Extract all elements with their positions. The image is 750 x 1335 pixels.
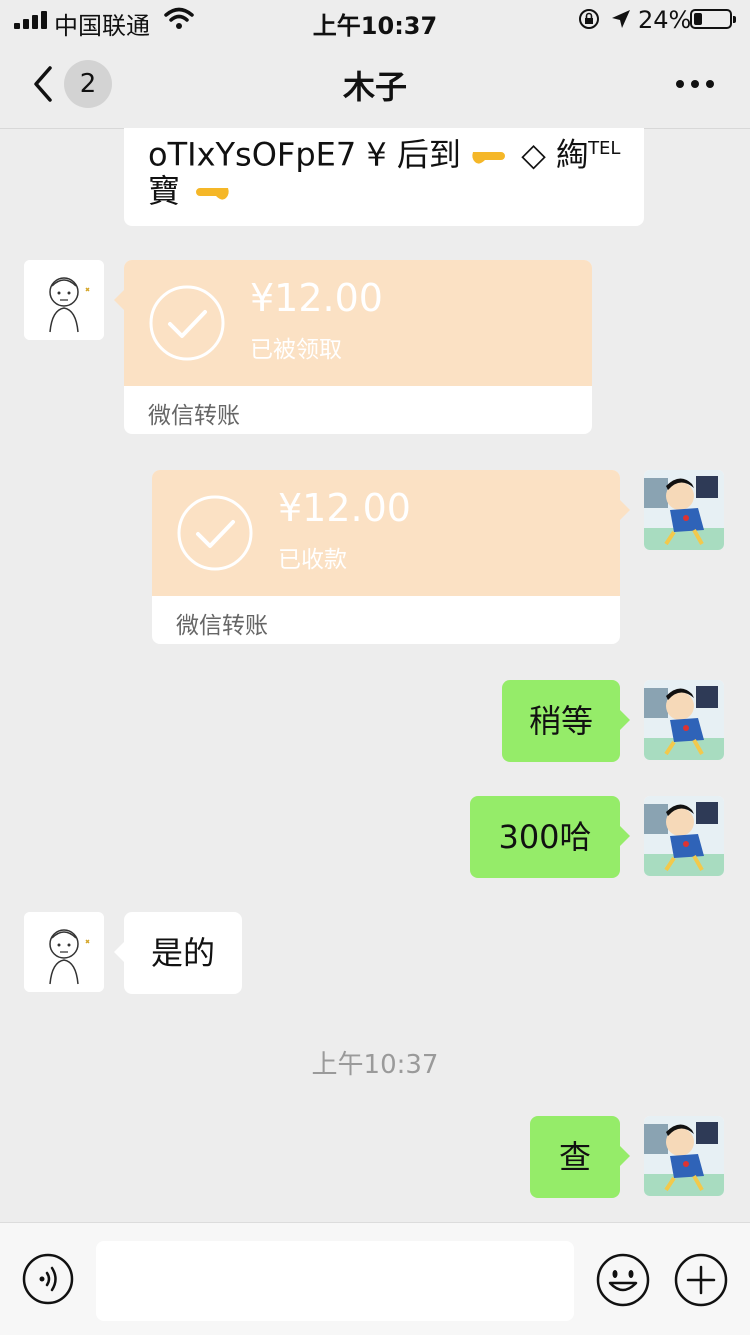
contact-avatar[interactable] bbox=[24, 912, 104, 992]
battery-fill bbox=[694, 13, 702, 25]
partial-text-tel: TEL bbox=[588, 138, 621, 159]
transfer-status: 已被领取 bbox=[250, 337, 342, 363]
chat-title: 木子 bbox=[342, 68, 407, 106]
transfer-card-received[interactable]: ¥12.00 已被领取 微信转账 bbox=[124, 260, 592, 434]
check-circle-icon bbox=[177, 495, 253, 571]
transfer-card-sent[interactable]: ¥12.00 已收款 微信转账 bbox=[152, 470, 620, 644]
my-avatar[interactable] bbox=[644, 1116, 724, 1196]
add-attachment-icon[interactable] bbox=[674, 1253, 728, 1307]
cartoon-boy-icon bbox=[644, 1116, 724, 1196]
transfer-amount: ¥12.00 bbox=[278, 486, 411, 530]
message-text: 300哈 bbox=[498, 818, 592, 856]
chat-header: 2 木子 bbox=[0, 40, 750, 129]
cartoon-boy-icon bbox=[644, 680, 724, 760]
transfer-footer: 微信转账 bbox=[148, 403, 240, 429]
location-arrow-icon bbox=[612, 10, 630, 28]
partial-text-symbol: ◇ 綯 bbox=[521, 135, 589, 174]
message-timestamp: 上午10:37 bbox=[311, 1050, 439, 1080]
message-text: 是的 bbox=[150, 934, 215, 972]
point-left-emoji-icon bbox=[190, 170, 230, 200]
battery-percent: 24% bbox=[638, 6, 692, 34]
message-bubble-sent[interactable]: 300哈 bbox=[470, 796, 620, 878]
my-avatar[interactable] bbox=[644, 796, 724, 876]
transfer-status: 已收款 bbox=[278, 547, 347, 573]
message-bubble-received[interactable]: 是的 bbox=[124, 912, 242, 994]
voice-input-icon[interactable] bbox=[22, 1253, 74, 1305]
my-avatar[interactable] bbox=[644, 470, 724, 550]
message-text: 查 bbox=[558, 1138, 591, 1176]
more-options-icon[interactable] bbox=[676, 80, 714, 90]
transfer-amount: ¥12.00 bbox=[250, 276, 383, 320]
check-circle-icon bbox=[149, 285, 225, 361]
partial-text-line2: 寶 bbox=[148, 172, 181, 210]
rotation-lock-icon bbox=[579, 9, 599, 29]
message-input[interactable] bbox=[96, 1241, 574, 1321]
message-bubble-partial[interactable]: oTIxYsOFpE7 ¥ 后到 ◇ 綯TEL 寶 bbox=[124, 128, 644, 226]
my-avatar[interactable] bbox=[644, 680, 724, 760]
battery-icon bbox=[690, 9, 736, 29]
message-text: 稍等 bbox=[528, 702, 593, 740]
point-right-emoji-icon bbox=[471, 134, 511, 164]
cartoon-boy-icon bbox=[644, 796, 724, 876]
sketch-person-icon bbox=[24, 912, 104, 992]
cartoon-boy-icon bbox=[644, 470, 724, 550]
emoji-icon[interactable] bbox=[596, 1253, 650, 1307]
input-bar bbox=[0, 1222, 750, 1335]
transfer-footer: 微信转账 bbox=[176, 613, 268, 639]
message-bubble-sent[interactable]: 稍等 bbox=[502, 680, 620, 762]
message-bubble-sent[interactable]: 查 bbox=[530, 1116, 620, 1198]
contact-avatar[interactable] bbox=[24, 260, 104, 340]
status-bar: 中国联通 上午10:37 24% bbox=[0, 0, 750, 40]
sketch-person-icon bbox=[24, 260, 104, 340]
